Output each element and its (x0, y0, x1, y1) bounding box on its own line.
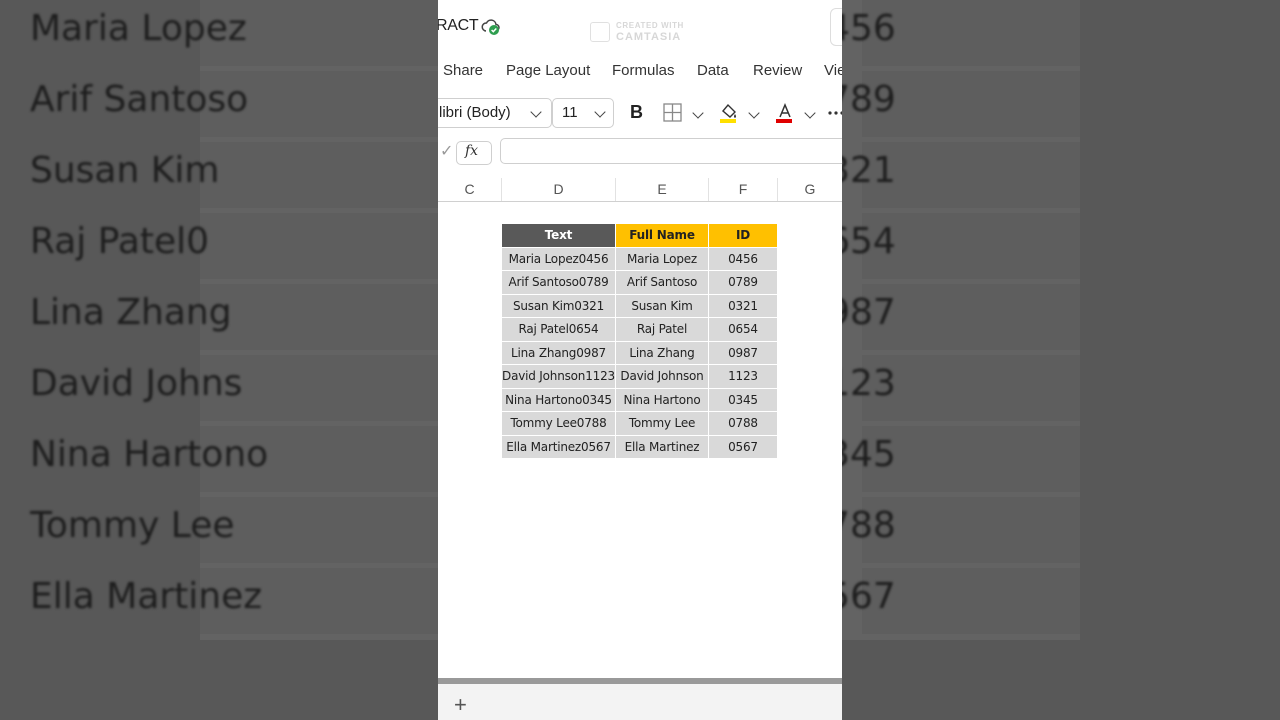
font-name-value: libri (Body) (439, 104, 511, 121)
column-header-f[interactable]: F (709, 178, 778, 201)
table-row: Lina Zhang0987 Lina Zhang 0987 (501, 340, 778, 365)
cell-full-name[interactable]: Ella Martinez (615, 434, 709, 459)
cell-id[interactable]: 0567 (708, 434, 778, 459)
confirm-check-icon[interactable]: ✓ (440, 141, 453, 161)
cell-text[interactable]: Tommy Lee0788 (501, 411, 616, 436)
cell-full-name[interactable]: David Johnson (615, 364, 709, 389)
header-text[interactable]: Text (501, 223, 616, 248)
font-size-dropdown[interactable]: 11 (552, 98, 614, 128)
tab-share[interactable]: Share (443, 62, 483, 79)
header-id[interactable]: ID (708, 223, 778, 248)
cell-full-name[interactable]: Maria Lopez (615, 246, 709, 271)
tab-formulas[interactable]: Formulas (612, 62, 675, 79)
cell-id[interactable]: 0788 (708, 411, 778, 436)
column-header-c[interactable]: C (438, 178, 502, 201)
formatting-toolbar: libri (Body) 11 B (438, 92, 842, 134)
table-header-row: Text Full Name ID (501, 223, 778, 248)
cell-full-name[interactable]: Nina Hartono (615, 387, 709, 412)
cell-full-name[interactable]: Susan Kim (615, 293, 709, 318)
column-headers: C D E F G (438, 178, 842, 202)
bold-button[interactable]: B (630, 102, 643, 123)
column-header-e[interactable]: E (616, 178, 709, 201)
cell-text[interactable]: Nina Hartono0345 (501, 387, 616, 412)
cell-text[interactable]: David Johnson1123 (501, 364, 616, 389)
table-row: Nina Hartono0345 Nina Hartono 0345 (501, 387, 778, 412)
cell-id[interactable]: 0345 (708, 387, 778, 412)
cell-id[interactable]: 0987 (708, 340, 778, 365)
cell-text[interactable]: Raj Patel0654 (501, 317, 616, 342)
column-header-g[interactable]: G (778, 178, 842, 201)
excel-mobile-screen: RACT CREATED WITH CAMTASIA Share Page La… (438, 0, 842, 720)
watermark-line1: CREATED WITH (616, 21, 684, 30)
watermark-line2: CAMTASIA (616, 31, 682, 43)
column-header-d[interactable]: D (502, 178, 616, 201)
font-name-dropdown[interactable]: libri (Body) (438, 98, 552, 128)
table-row: Susan Kim0321 Susan Kim 0321 (501, 293, 778, 318)
table-row: Raj Patel0654 Raj Patel 0654 (501, 317, 778, 342)
ribbon-tabs: Share Page Layout Formulas Data Review V… (438, 54, 842, 88)
fx-icon: fx (465, 143, 479, 159)
chevron-down-icon[interactable] (692, 107, 704, 119)
cell-text[interactable]: Ella Martinez0567 (501, 434, 616, 459)
table-row: Ella Martinez0567 Ella Martinez 0567 (501, 434, 778, 459)
cell-full-name[interactable]: Lina Zhang (615, 340, 709, 365)
tab-review[interactable]: Review (753, 62, 802, 79)
more-icon[interactable] (826, 102, 842, 124)
camtasia-watermark: CREATED WITH CAMTASIA (590, 20, 710, 46)
formula-bar: ✓ fx (438, 136, 842, 168)
cell-text[interactable]: Maria Lopez0456 (501, 246, 616, 271)
tab-page-layout[interactable]: Page Layout (506, 62, 590, 79)
chevron-down-icon[interactable] (804, 107, 816, 119)
font-color-swatch (776, 119, 792, 123)
sheet-tabs-bar: + (438, 678, 842, 720)
table-row: David Johnson1123 David Johnson 1123 (501, 364, 778, 389)
cloud-check-icon[interactable] (481, 17, 501, 37)
data-table: Text Full Name ID Maria Lopez0456 Maria L… (501, 223, 778, 459)
table-row: Maria Lopez0456 Maria Lopez 0456 (501, 246, 778, 271)
cell-id[interactable]: 1123 (708, 364, 778, 389)
chevron-down-icon (594, 106, 606, 118)
fill-color-icon[interactable] (718, 102, 740, 124)
cell-id[interactable]: 0654 (708, 317, 778, 342)
formula-input[interactable] (500, 138, 842, 164)
cell-id[interactable]: 0456 (708, 246, 778, 271)
cell-text[interactable]: Arif Santoso0789 (501, 270, 616, 295)
cell-id[interactable]: 0789 (708, 270, 778, 295)
cell-full-name[interactable]: Tommy Lee (615, 411, 709, 436)
fill-color-swatch (720, 119, 736, 123)
font-size-value: 11 (562, 104, 578, 121)
cell-full-name[interactable]: Raj Patel (615, 317, 709, 342)
table-row: Tommy Lee0788 Tommy Lee 0788 (501, 411, 778, 436)
document-title[interactable]: RACT (438, 17, 479, 35)
cell-full-name[interactable]: Arif Santoso (615, 270, 709, 295)
title-action-button[interactable] (830, 8, 842, 46)
tab-view[interactable]: Vie (824, 62, 842, 79)
chevron-down-icon (530, 106, 542, 118)
cell-id[interactable]: 0321 (708, 293, 778, 318)
chevron-down-icon[interactable] (748, 107, 760, 119)
title-bar: RACT CREATED WITH CAMTASIA (438, 0, 842, 54)
font-color-icon[interactable] (774, 102, 796, 124)
insert-function-button[interactable]: fx (456, 141, 492, 165)
spreadsheet-grid[interactable]: Text Full Name ID Maria Lopez0456 Maria L… (438, 202, 842, 678)
tab-data[interactable]: Data (697, 62, 729, 79)
cell-text[interactable]: Lina Zhang0987 (501, 340, 616, 365)
borders-icon[interactable] (662, 102, 684, 124)
header-full-name[interactable]: Full Name (615, 223, 709, 248)
add-sheet-button[interactable]: + (454, 692, 467, 718)
table-row: Arif Santoso0789 Arif Santoso 0789 (501, 270, 778, 295)
cell-text[interactable]: Susan Kim0321 (501, 293, 616, 318)
